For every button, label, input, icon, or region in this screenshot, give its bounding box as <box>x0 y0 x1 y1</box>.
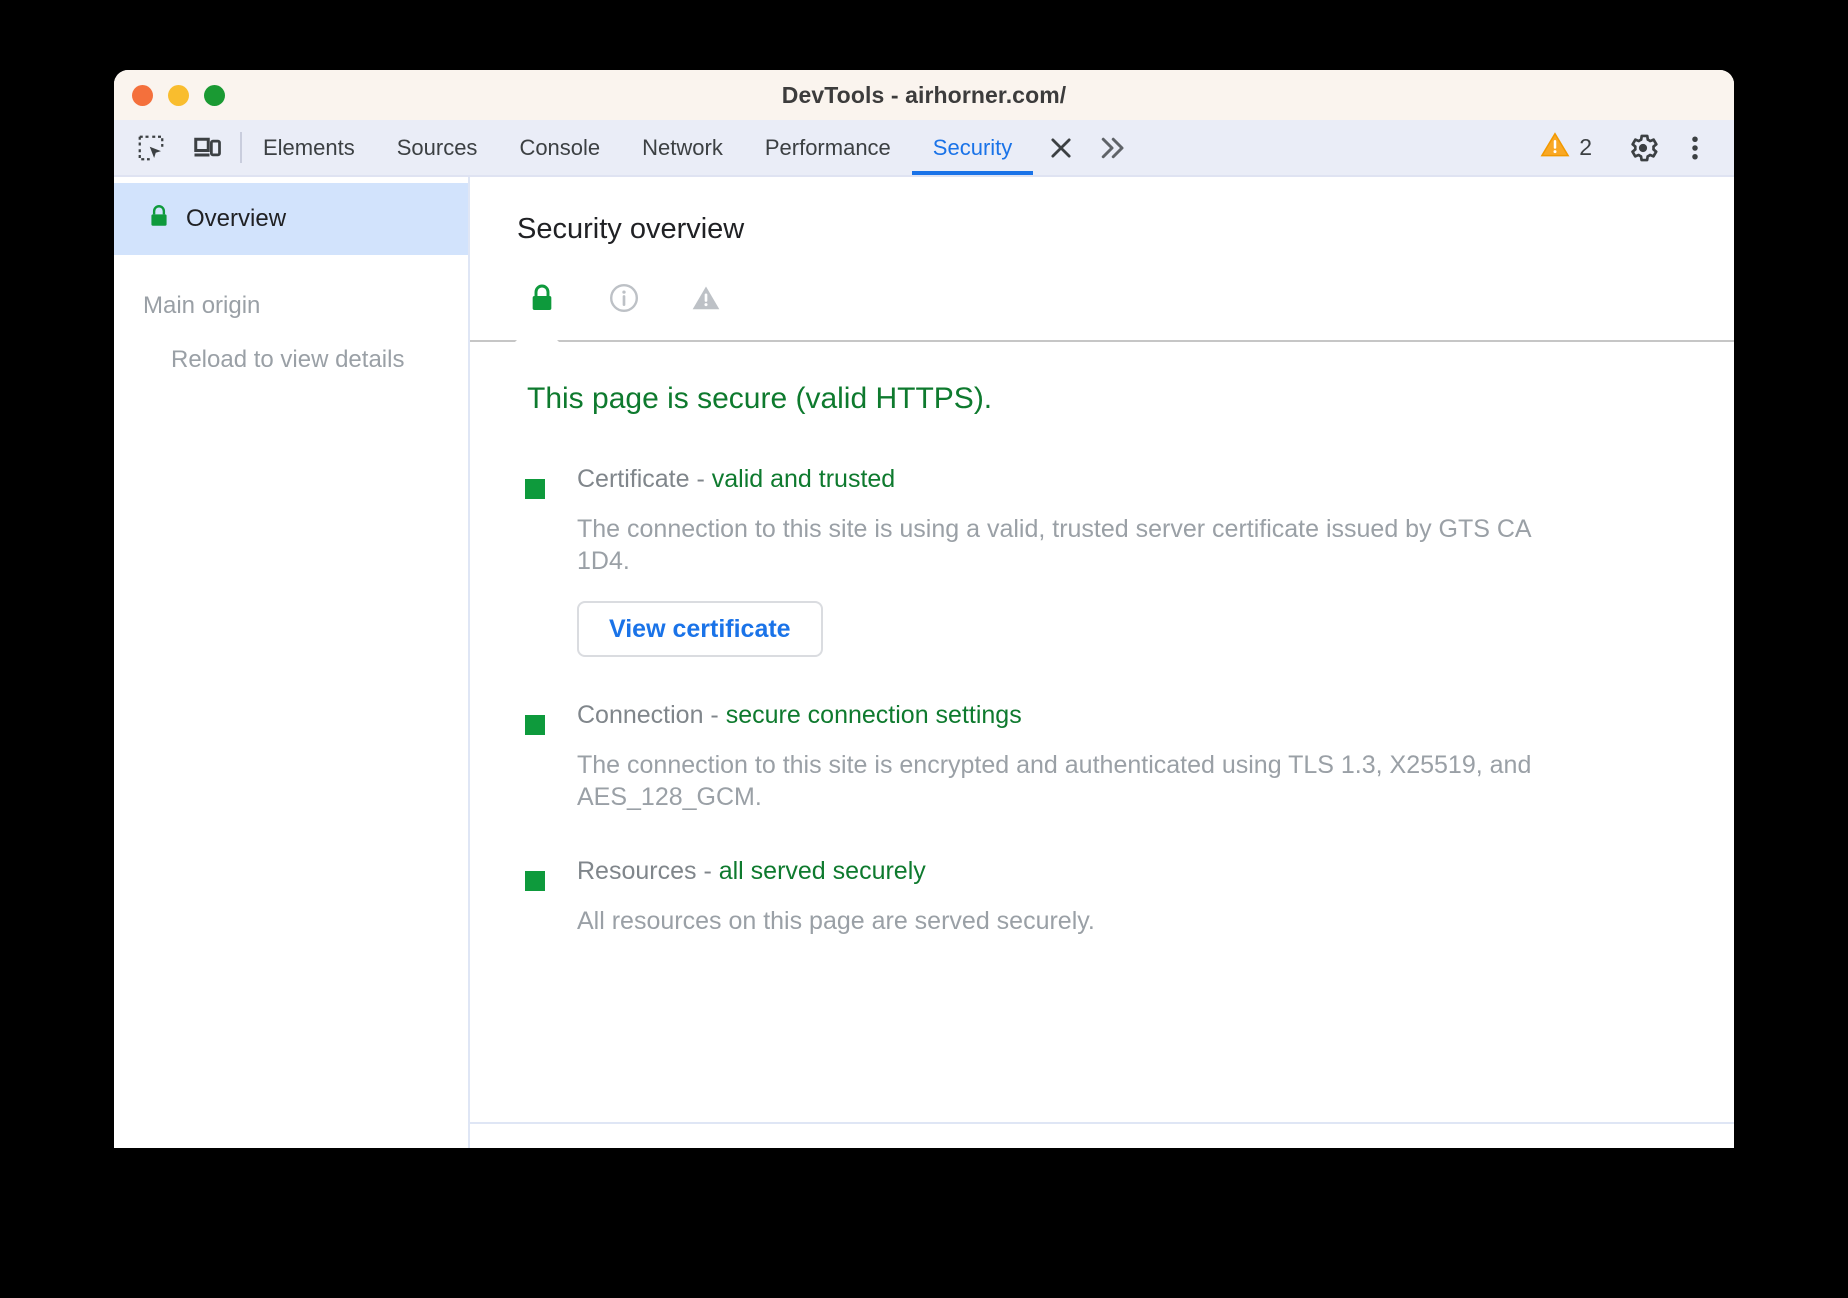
window-titlebar: DevTools - airhorner.com/ <box>114 70 1734 120</box>
tab-label: Security <box>933 135 1012 161</box>
lock-icon <box>146 203 172 236</box>
device-toolbar-icon[interactable] <box>186 127 228 169</box>
tab-label: Network <box>642 135 723 161</box>
section-value: secure connection settings <box>726 701 1022 729</box>
tab-performance[interactable]: Performance <box>744 120 912 175</box>
summary-divider <box>470 320 1734 342</box>
section-name: Connection <box>577 701 703 729</box>
section-separator: - <box>690 465 712 493</box>
section-description: All resources on this page are served se… <box>577 906 1095 938</box>
info-circle-icon <box>607 281 641 315</box>
section-name: Certificate <box>577 465 690 493</box>
page-title: Security overview <box>470 177 1734 246</box>
tab-security[interactable]: Security <box>912 120 1033 175</box>
tab-elements[interactable]: Elements <box>242 120 376 175</box>
status-square-green <box>525 479 545 499</box>
sidebar-reload-hint: Reload to view details <box>114 346 468 374</box>
tab-console[interactable]: Console <box>498 120 621 175</box>
security-summary-icons <box>470 246 1734 320</box>
close-icon[interactable] <box>1033 120 1081 175</box>
security-details: This page is secure (valid HTTPS). Certi… <box>470 342 1734 1148</box>
warning-badge[interactable]: 2 <box>1526 130 1606 165</box>
status-square-green <box>525 715 545 735</box>
tab-label: Console <box>519 135 600 161</box>
security-main-panel: Security overview <box>470 177 1734 1148</box>
security-headline: This page is secure (valid HTTPS). <box>470 382 1734 416</box>
view-certificate-button[interactable]: View certificate <box>577 601 823 657</box>
section-heading: Certificate - valid and trusted <box>577 465 1577 494</box>
section-heading: Connection - secure connection settings <box>577 701 1577 730</box>
devtools-toolbar: Elements Sources Console Network Perform… <box>114 120 1734 177</box>
tab-sources[interactable]: Sources <box>376 120 499 175</box>
panel-tabs: Elements Sources Console Network Perform… <box>242 120 1526 175</box>
window-title: DevTools - airhorner.com/ <box>114 82 1734 109</box>
section-description: The connection to this site is using a v… <box>577 514 1577 577</box>
section-separator: - <box>697 857 719 885</box>
section-certificate: Certificate - valid and trusted The conn… <box>470 465 1734 657</box>
sidebar-group-main-origin: Main origin <box>114 292 468 320</box>
section-separator: - <box>703 701 725 729</box>
section-heading: Resources - all served securely <box>577 857 1095 886</box>
tab-label: Performance <box>765 135 891 161</box>
sidebar-item-overview[interactable]: Overview <box>114 183 468 255</box>
section-resources: Resources - all served securely All reso… <box>470 857 1734 938</box>
tab-label: Elements <box>263 135 355 161</box>
toolbar-right-icons: 2 <box>1526 120 1734 175</box>
section-name: Resources <box>577 857 697 885</box>
devtools-window: DevTools - airhorner.com/ <box>114 70 1734 1148</box>
bottom-divider <box>470 1122 1734 1124</box>
warning-triangle-icon <box>1540 130 1570 165</box>
selected-icon-caret <box>515 320 559 342</box>
tab-label: Sources <box>397 135 478 161</box>
sidebar-item-label: Overview <box>186 205 286 233</box>
gear-icon[interactable] <box>1620 125 1666 171</box>
security-sidebar: Overview Main origin Reload to view deta… <box>114 177 470 1148</box>
lock-icon <box>525 281 559 315</box>
double-chevron-right-icon[interactable] <box>1081 120 1143 175</box>
warning-triangle-icon <box>689 281 723 315</box>
section-description: The connection to this site is encrypted… <box>577 750 1577 813</box>
panel-body: Overview Main origin Reload to view deta… <box>114 177 1734 1148</box>
toolbar-left-icons <box>114 120 240 175</box>
inspect-element-icon[interactable] <box>130 127 172 169</box>
more-vertical-icon[interactable] <box>1672 125 1718 171</box>
warning-count: 2 <box>1579 134 1592 161</box>
section-value: valid and trusted <box>712 465 895 493</box>
status-square-green <box>525 871 545 891</box>
section-value: all served securely <box>719 857 926 885</box>
tab-network[interactable]: Network <box>621 120 744 175</box>
section-connection: Connection - secure connection settings … <box>470 701 1734 813</box>
